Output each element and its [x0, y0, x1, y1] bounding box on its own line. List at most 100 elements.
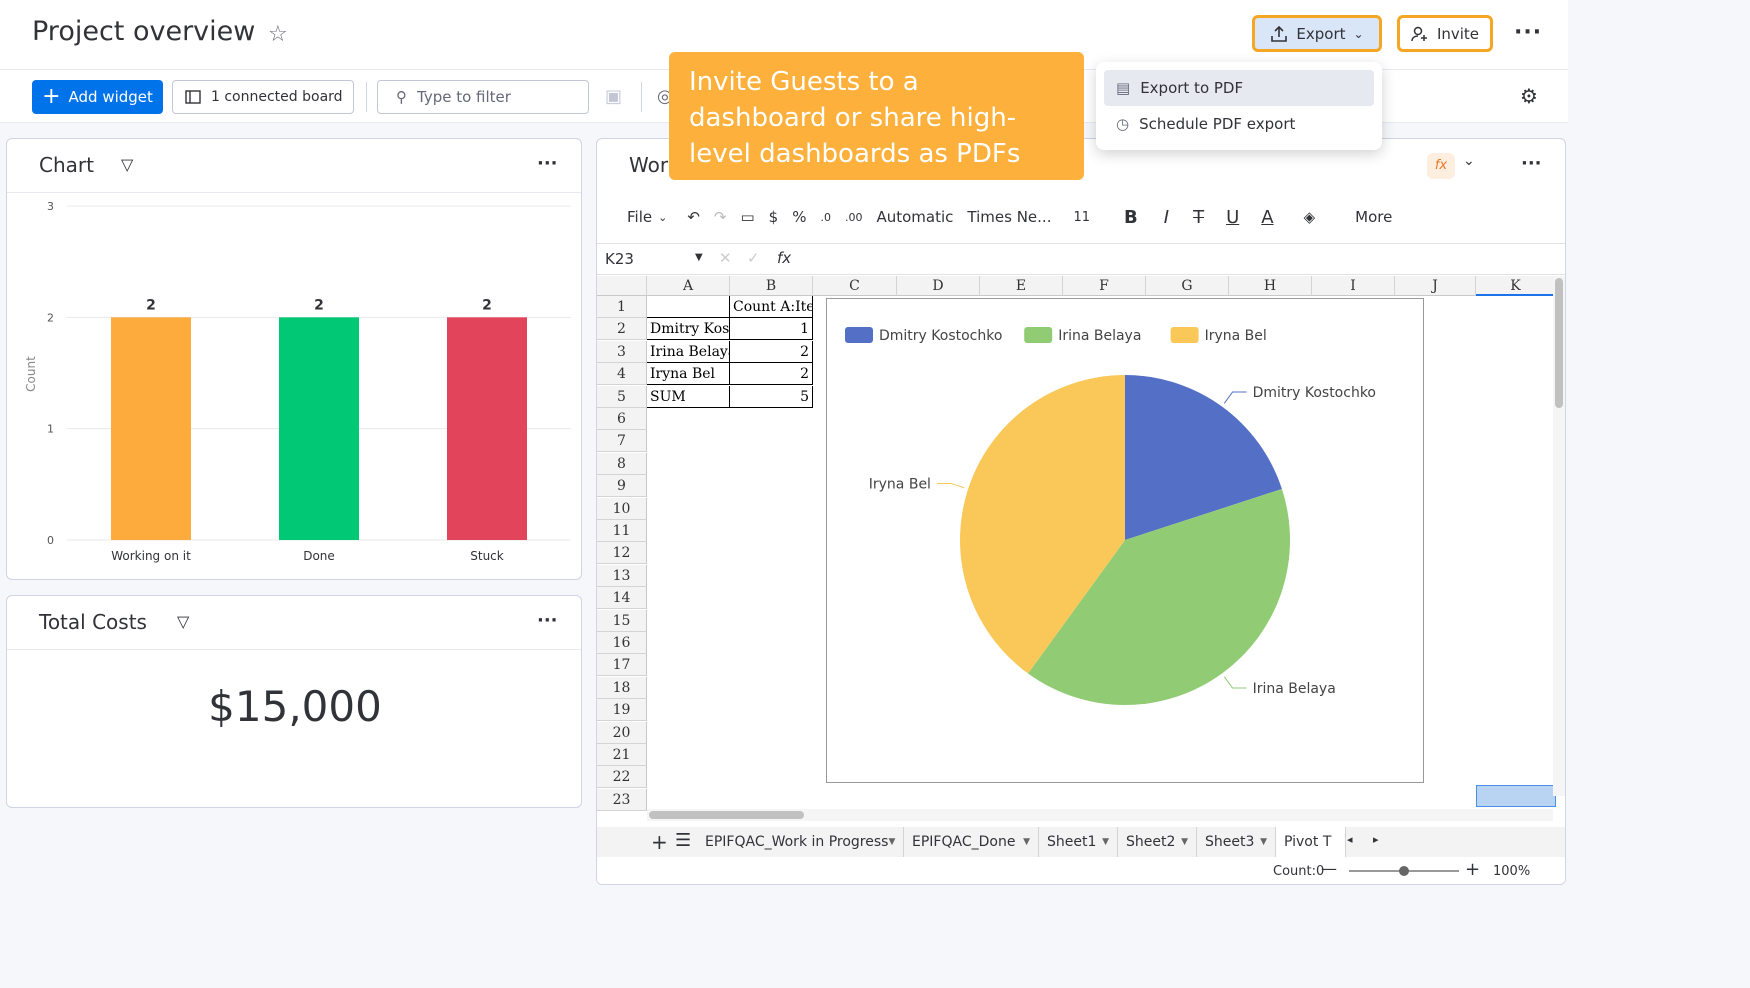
row-header[interactable]: 16	[597, 632, 647, 654]
filter-input[interactable]: ⚲ Type to filter	[377, 80, 589, 114]
table-cell[interactable]	[647, 296, 730, 318]
selected-cell	[1476, 785, 1556, 807]
table-cell[interactable]: Dmitry Kos	[647, 318, 730, 341]
add-widget-button[interactable]: + Add widget	[32, 80, 163, 114]
invite-button[interactable]: Invite	[1397, 15, 1493, 52]
sheet-tab[interactable]: Sheet2 ▼	[1118, 827, 1197, 857]
row-header[interactable]: 23	[597, 788, 647, 811]
row-header[interactable]: 19	[597, 699, 647, 722]
row-header[interactable]: 4	[597, 363, 647, 386]
table-cell[interactable]: SUM	[647, 385, 730, 408]
connected-boards-button[interactable]: 1 connected board	[172, 80, 354, 114]
column-header[interactable]: H	[1229, 276, 1312, 296]
legend-label: Irina Belaya	[1058, 328, 1141, 344]
table-cell[interactable]: Count A:Ite	[730, 296, 813, 318]
row-header[interactable]: 8	[597, 452, 647, 475]
column-header[interactable]: A	[647, 276, 730, 296]
row-header[interactable]: 15	[597, 609, 647, 632]
sheet-list-icon[interactable]: ☰	[675, 830, 691, 851]
menu-item-export-pdf[interactable]: ▤ Export to PDF	[1104, 70, 1374, 106]
sheet-tab[interactable]: EPIFQAC_Done ▼	[904, 827, 1039, 857]
table-cell[interactable]: 1	[730, 318, 813, 341]
table-cell[interactable]: 2	[730, 363, 813, 386]
star-icon[interactable]: ☆	[268, 22, 288, 47]
caret-down-icon[interactable]: ▼	[1102, 837, 1109, 847]
row-header[interactable]: 18	[597, 676, 647, 699]
scroll-right-icon[interactable]: ▸	[1373, 833, 1379, 846]
export-button[interactable]: Export ⌄	[1252, 15, 1382, 52]
legend-swatch	[1170, 327, 1199, 343]
zoom-in-icon[interactable]: +	[1465, 859, 1480, 880]
column-header[interactable]: G	[1146, 276, 1229, 296]
divider	[366, 82, 367, 112]
workdoc-widget: Wor fx ⌄ ··· File ⌄ ↶ ↷ ▭ $ % .0 .00 Aut…	[596, 138, 1566, 885]
sheet-tab[interactable]: Pivot T	[1276, 827, 1346, 857]
sheet-tab[interactable]: Sheet1 ▼	[1039, 827, 1118, 857]
column-header[interactable]: C	[813, 276, 897, 296]
board-icon	[185, 90, 201, 104]
export-label: Export	[1296, 24, 1346, 43]
column-header[interactable]: J	[1395, 276, 1476, 296]
more-options-icon[interactable]: ···	[1514, 20, 1542, 45]
x-tick-label: Done	[303, 549, 335, 563]
gear-icon[interactable]: ⚙	[1520, 84, 1538, 108]
column-header[interactable]: I	[1312, 276, 1395, 296]
filter-icon[interactable]: ▽	[121, 155, 133, 174]
caret-down-icon[interactable]: ▼	[1260, 837, 1267, 847]
vertical-scrollbar[interactable]	[1553, 276, 1565, 796]
column-header[interactable]: D	[897, 276, 980, 296]
row-header[interactable]: 20	[597, 721, 647, 744]
row-header[interactable]: 11	[597, 520, 647, 542]
row-header[interactable]: 2	[597, 318, 647, 341]
scroll-left-icon[interactable]: ◂	[1347, 833, 1353, 846]
legend-swatch	[1024, 327, 1053, 343]
row-header[interactable]: 17	[597, 654, 647, 677]
horizontal-scrollbar[interactable]	[647, 809, 1553, 821]
caret-down-icon[interactable]: ▼	[888, 837, 895, 847]
data-label: 2	[146, 297, 156, 313]
row-header[interactable]: 21	[597, 744, 647, 766]
sheet-tab[interactable]: EPIFQAC_Work in Progress ▼	[697, 827, 904, 857]
sheet-tab-label: EPIFQAC_Work in Progress	[705, 834, 889, 850]
row-header[interactable]: 7	[597, 430, 647, 453]
sheet-tab[interactable]: Sheet3 ▼	[1197, 827, 1276, 857]
select-all-corner[interactable]	[597, 276, 647, 296]
row-header[interactable]: 13	[597, 564, 647, 587]
column-header[interactable]: F	[1063, 276, 1146, 296]
row-header[interactable]: 6	[597, 408, 647, 430]
filter-icon[interactable]: ▽	[177, 612, 189, 631]
widget-menu-icon[interactable]: ···	[537, 153, 558, 174]
caret-down-icon[interactable]: ▼	[1023, 837, 1030, 847]
zoom-slider[interactable]	[1349, 866, 1459, 876]
bar-chart: 0 1 2 3 Count 2 Working on it 2 Done 2 Stuck	[24, 200, 571, 563]
column-header[interactable]: K	[1476, 276, 1556, 296]
row-header[interactable]: 3	[597, 340, 647, 363]
divider	[641, 82, 642, 112]
caret-down-icon[interactable]: ▼	[1181, 837, 1188, 847]
row-header[interactable]: 10	[597, 497, 647, 520]
x-tick-label: Stuck	[470, 549, 504, 563]
row-header[interactable]: 22	[597, 766, 647, 789]
add-widget-label: Add widget	[68, 88, 153, 106]
row-header[interactable]: 14	[597, 587, 647, 610]
sheet-tab-label: Sheet1	[1047, 834, 1097, 850]
table-cell[interactable]: Iryna Bel	[647, 363, 730, 386]
connected-label: 1 connected board	[211, 89, 343, 105]
zoom-out-icon[interactable]: —	[1321, 859, 1337, 878]
row-header[interactable]: 9	[597, 475, 647, 498]
table-cell[interactable]: 2	[730, 340, 813, 363]
column-header[interactable]: B	[730, 276, 813, 296]
save-icon[interactable]: ▣	[605, 86, 622, 107]
add-sheet-icon[interactable]: +	[651, 830, 668, 854]
legend-label: Dmitry Kostochko	[879, 328, 1002, 344]
column-header[interactable]: E	[980, 276, 1063, 296]
row-header[interactable]: 5	[597, 385, 647, 408]
widget-menu-icon[interactable]: ···	[537, 610, 558, 631]
table-cell[interactable]: 5	[730, 385, 813, 408]
menu-item-schedule-pdf[interactable]: ◷ Schedule PDF export	[1104, 106, 1374, 142]
row-header[interactable]: 1	[597, 296, 647, 318]
table-cell[interactable]: Irina Belaya	[647, 340, 730, 363]
row-header[interactable]: 12	[597, 542, 647, 565]
slice-label: Dmitry Kostochko	[1253, 385, 1376, 401]
data-label: 2	[314, 297, 324, 313]
